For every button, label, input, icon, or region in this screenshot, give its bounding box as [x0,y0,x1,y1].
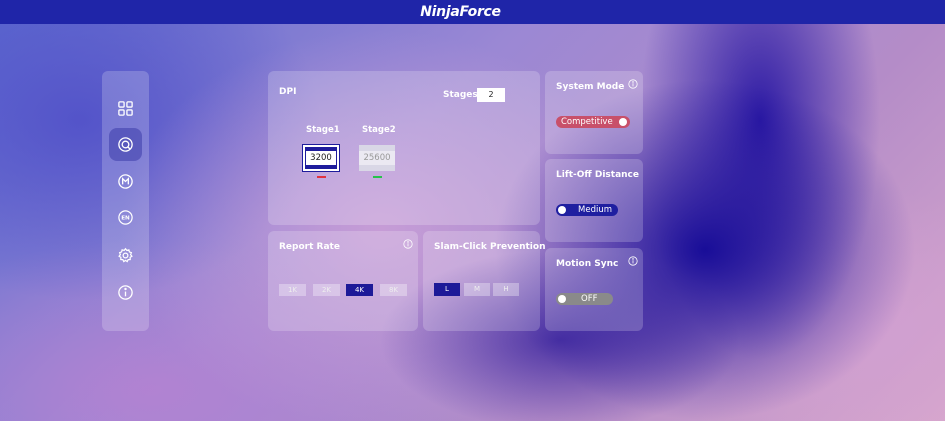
macro-icon [118,174,133,189]
report-rate-8k[interactable]: 8K [380,284,407,296]
motion-sync-knob [558,295,566,303]
language-icon: EN [118,210,133,225]
sidebar: EN [102,71,149,331]
info-icon [118,285,133,300]
sidebar-item-language[interactable]: EN [109,201,142,234]
motion-sync-value: OFF [581,294,598,304]
slam-click-l[interactable]: L [434,283,460,296]
stage2-tile[interactable]: 25600 [359,145,395,171]
app-logo: NinjaForce [420,4,501,20]
report-rate-info-icon[interactable] [403,239,413,249]
stages-input[interactable]: 2 [477,88,505,102]
stage1-tile[interactable]: 3200 [302,144,340,172]
stages-label: Stages [443,90,478,100]
system-mode-toggle[interactable]: Competitive [556,116,630,128]
motion-sync-info-icon[interactable] [628,256,638,266]
lift-off-toggle[interactable]: Medium [556,204,618,216]
slam-click-title: Slam-Click Prevention [434,242,546,252]
lift-off-knob [558,206,566,214]
gear-icon [118,247,133,263]
stage2-color-indicator [373,176,382,178]
stage1-color-indicator [317,176,326,178]
lift-off-value: Medium [578,205,612,215]
slam-click-h[interactable]: H [493,283,519,296]
system-mode-value: Competitive [561,117,613,127]
sidebar-item-settings[interactable] [109,239,142,272]
grid-icon [118,101,133,116]
report-rate-4k[interactable]: 4K [346,284,373,296]
report-rate-2k[interactable]: 2K [313,284,340,296]
stage2-value: 25600 [359,151,395,165]
sidebar-item-macro[interactable] [109,165,142,198]
top-bar: NinjaForce [0,0,945,24]
target-icon [118,137,133,152]
system-mode-info-icon[interactable] [628,79,638,89]
dpi-title: DPI [279,87,297,97]
motion-sync-title: Motion Sync [556,259,619,269]
report-rate-1k[interactable]: 1K [279,284,306,296]
system-mode-knob [619,118,627,126]
report-rate-title: Report Rate [279,242,340,252]
sidebar-item-performance[interactable] [109,128,142,161]
sidebar-item-about[interactable] [109,276,142,309]
stage2-label: Stage2 [362,125,396,135]
sidebar-item-dashboard[interactable] [109,92,142,125]
slam-click-m[interactable]: M [464,283,490,296]
system-mode-title: System Mode [556,82,625,92]
motion-sync-toggle[interactable]: OFF [556,293,613,305]
lift-off-title: Lift-Off Distance [556,170,639,180]
stage1-label: Stage1 [306,125,340,135]
stage1-value: 3200 [306,151,336,165]
language-icon-label: EN [121,216,130,222]
